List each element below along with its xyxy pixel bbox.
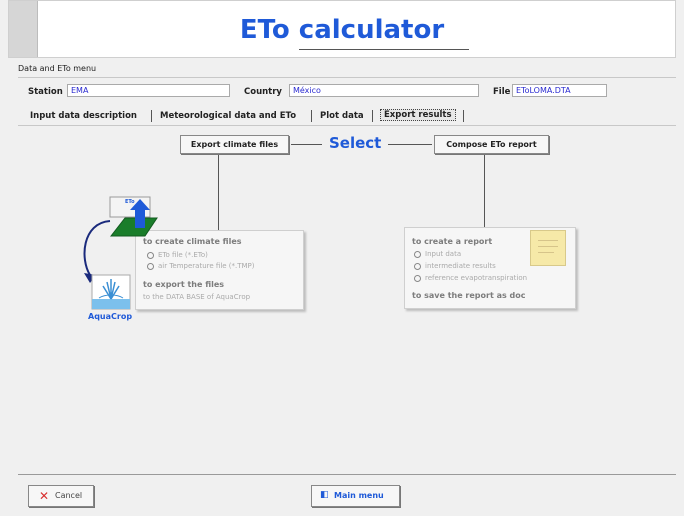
tab-separator	[151, 110, 152, 122]
app-title: ETo calculator	[239, 15, 445, 45]
footer-divider	[18, 474, 676, 475]
tabs-divider	[18, 125, 676, 126]
climate-export-detail: to the DATA BASE of AquaCrop	[143, 293, 251, 301]
file-field[interactable]: EToLOMA.DTA	[512, 84, 607, 97]
report-item-intermediate-results: intermediate results	[414, 262, 496, 270]
compose-eto-report-button[interactable]: Compose ETo report	[434, 135, 549, 154]
title-bar: ETo calculator	[8, 0, 676, 58]
cancel-button[interactable]: ✕ Cancel	[28, 485, 94, 507]
tab-export-results[interactable]: Export results	[380, 109, 456, 121]
tab-separator	[372, 110, 373, 122]
tab-input-data-description[interactable]: Input data description	[30, 111, 137, 121]
aquacrop-label: AquaCrop	[88, 312, 133, 321]
report-note-icon[interactable]	[530, 230, 566, 266]
country-label: Country	[244, 87, 282, 97]
bullet-icon	[414, 250, 421, 258]
report-item-reference-evapotranspiration: reference evapotranspiration	[414, 274, 527, 282]
bullet-icon	[414, 274, 421, 282]
climate-export-heading: to export the files	[143, 280, 225, 289]
title-underline	[299, 49, 469, 50]
select-connector-right	[388, 144, 432, 145]
report-item-input-data: Input data	[414, 250, 461, 258]
main-menu-icon: ◧	[320, 490, 329, 500]
main-menu-label: Main menu	[334, 491, 384, 500]
bullet-icon	[414, 262, 421, 270]
bullet-icon	[147, 262, 154, 270]
eto-icon-label: ETo	[125, 199, 135, 205]
climate-item-eto-file: ETo file (*.ETo)	[147, 251, 208, 259]
bullet-icon	[147, 251, 154, 259]
close-icon: ✕	[39, 489, 50, 503]
climate-connector	[218, 155, 219, 231]
main-menu-button[interactable]: ◧ Main menu	[311, 485, 400, 507]
station-field[interactable]: EMA	[67, 84, 230, 97]
report-heading: to create a report	[412, 237, 493, 246]
aquacrop-icon[interactable]	[91, 274, 131, 310]
report-save-label: to save the report as doc	[412, 291, 526, 300]
tab-meteorological-data-and-eto[interactable]: Meteorological data and ETo	[160, 111, 296, 121]
export-climate-files-button[interactable]: Export climate files	[180, 135, 289, 154]
menu-label: Data and ETo menu	[18, 64, 97, 73]
report-connector	[484, 155, 485, 228]
climate-item-temperature-file: air Temperature file (*.TMP)	[147, 262, 255, 270]
tab-separator	[463, 110, 464, 122]
tab-plot-data[interactable]: Plot data	[320, 111, 364, 121]
climate-heading: to create climate files	[143, 237, 242, 246]
tab-separator	[311, 110, 312, 122]
file-label: File	[493, 87, 511, 97]
station-label: Station	[28, 87, 63, 97]
country-field[interactable]: México	[289, 84, 479, 97]
select-label: Select	[329, 134, 382, 152]
menu-divider	[18, 77, 676, 78]
cancel-label: Cancel	[55, 491, 83, 500]
select-connector-left	[291, 144, 322, 145]
